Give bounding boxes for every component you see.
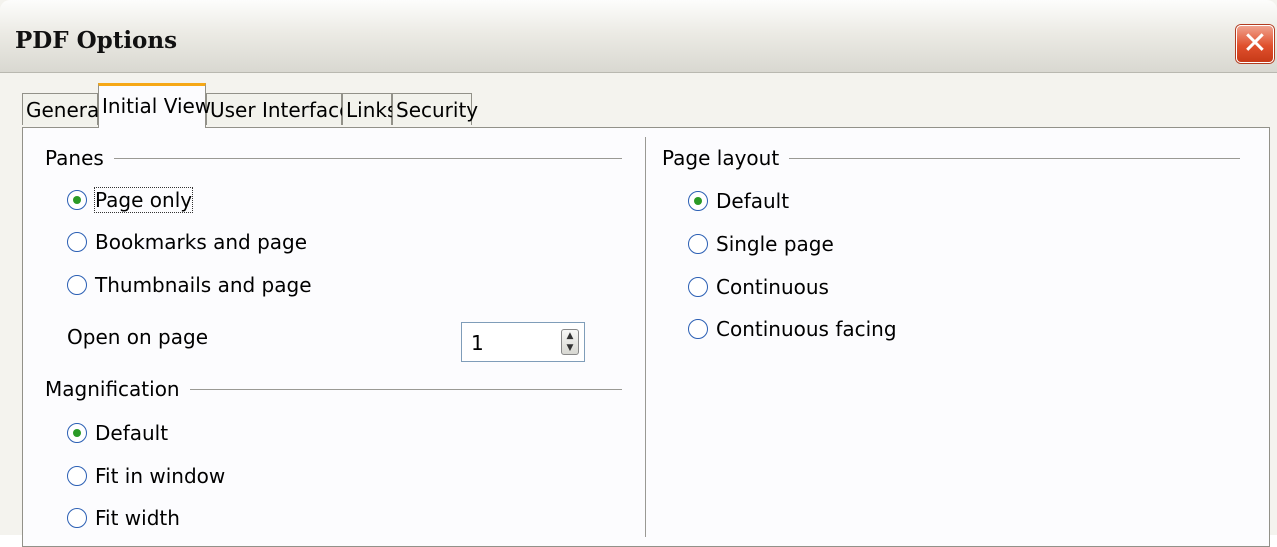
radio-thumbnails-and-page[interactable]: Thumbnails and page [67,273,312,297]
radio-icon [67,508,87,528]
pdf-options-dialog: PDF Options ✕ General Initial View User … [0,0,1277,547]
radio-label: Fit in window [95,464,226,488]
radio-selected-icon [67,423,87,443]
magnification-heading: Magnification [45,377,190,401]
tab-general[interactable]: General [22,93,105,125]
open-on-page-value: 1 [471,331,484,355]
radio-icon [688,234,708,254]
radio-magnification-default[interactable]: Default [67,421,168,445]
radio-label: Page only [93,187,194,213]
panes-heading: Panes [45,146,114,170]
radio-icon [688,319,708,339]
title-bar: PDF Options ✕ [0,0,1277,73]
radio-icon [688,277,708,297]
radio-label: Default [716,189,790,213]
radio-label: Bookmarks and page [95,230,308,254]
chevron-down-icon[interactable]: ▼ [562,342,578,354]
radio-layout-default[interactable]: Default [688,189,789,213]
radio-continuous-facing[interactable]: Continuous facing [688,317,897,341]
spin-buttons[interactable]: ▲ ▼ [561,329,579,355]
chevron-up-icon[interactable]: ▲ [562,330,578,342]
tab-security[interactable]: Security [392,93,478,125]
tab-user-interface[interactable]: User Interface [206,93,351,125]
panes-rule [48,158,622,159]
radio-page-only[interactable]: Page only [67,187,194,213]
close-icon: ✕ [1242,26,1268,61]
radio-fit-width[interactable]: Fit width [67,506,180,530]
radio-label: Thumbnails and page [95,273,312,297]
radio-label: Continuous facing [716,317,897,341]
radio-label: Default [95,421,169,445]
column-divider [645,137,646,537]
radio-single-page[interactable]: Single page [688,232,834,256]
tab-links[interactable]: Links [342,93,397,125]
tab-initial-view[interactable]: Initial View [98,83,211,128]
radio-icon [67,466,87,486]
radio-selected-icon [67,190,87,210]
radio-fit-in-window[interactable]: Fit in window [67,464,225,488]
radio-label: Continuous [716,275,829,299]
radio-continuous[interactable]: Continuous [688,275,829,299]
radio-icon [67,275,87,295]
radio-selected-icon [688,191,708,211]
radio-label: Single page [716,232,834,256]
radio-label: Fit width [95,506,180,530]
window-title: PDF Options [15,27,178,54]
page-layout-heading: Page layout [662,146,790,170]
open-on-page-spinbox[interactable]: 1 ▲ ▼ [461,322,585,362]
open-on-page-label: Open on page [67,325,208,349]
radio-bookmarks-and-page[interactable]: Bookmarks and page [67,230,307,254]
close-button[interactable]: ✕ [1236,25,1274,63]
radio-icon [67,232,87,252]
